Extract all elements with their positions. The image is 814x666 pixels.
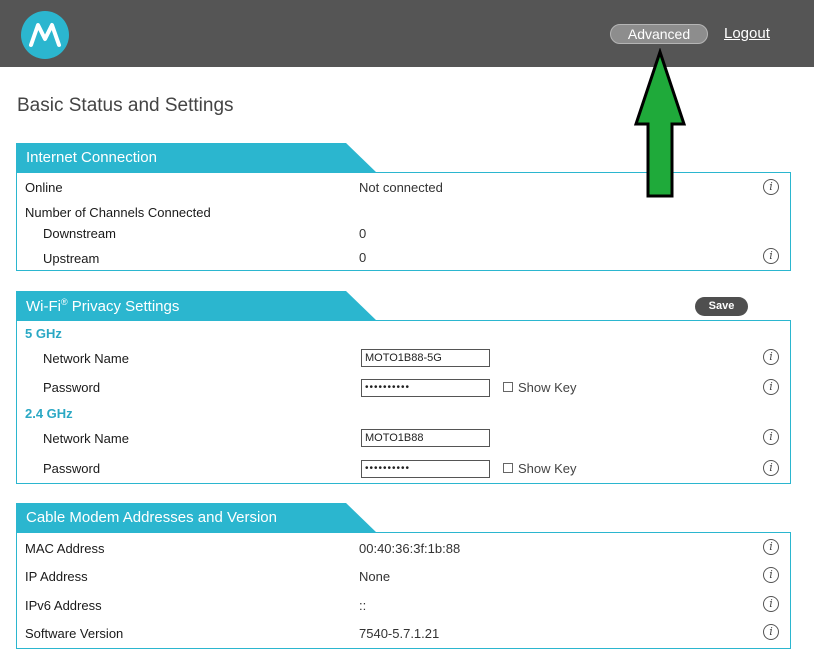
show-key-checkbox-24ghz[interactable] xyxy=(503,463,513,473)
ssid-24ghz-input[interactable] xyxy=(361,429,490,447)
info-icon[interactable]: i xyxy=(763,429,779,445)
show-key-label-5ghz: Show Key xyxy=(518,380,577,395)
downstream-value: 0 xyxy=(359,226,367,241)
page-title: Basic Status and Settings xyxy=(17,95,234,116)
internet-connection-title: Internet Connection xyxy=(26,149,157,166)
show-key-checkbox-5ghz[interactable] xyxy=(503,382,513,392)
mac-address-value: 00:40:36:3f:1b:88 xyxy=(359,541,461,556)
ssid-5ghz-input[interactable] xyxy=(361,349,490,367)
info-icon[interactable]: i xyxy=(763,539,779,555)
software-version-label: Software Version xyxy=(25,626,124,641)
ipv6-address-value: :: xyxy=(359,598,367,613)
show-key-label-24ghz: Show Key xyxy=(518,461,577,476)
network-name-label-24ghz: Network Name xyxy=(43,431,129,446)
info-icon[interactable]: i xyxy=(763,379,779,395)
info-icon[interactable]: i xyxy=(763,248,779,264)
password-5ghz-input[interactable]: •••••••••• xyxy=(361,379,490,397)
channels-label: Number of Channels Connected xyxy=(25,205,211,220)
upstream-value: 0 xyxy=(359,250,367,265)
motorola-logo-icon[interactable] xyxy=(21,11,69,59)
logout-link[interactable]: Logout xyxy=(724,24,770,43)
band-5ghz-label: 5 GHz xyxy=(25,326,62,341)
online-label: Online xyxy=(25,180,63,195)
green-arrow-icon xyxy=(633,48,687,198)
cable-modem-title: Cable Modem Addresses and Version xyxy=(26,509,277,526)
wifi-privacy-header: Wi-Fi® Privacy Settings xyxy=(16,291,377,321)
internet-connection-header: Internet Connection xyxy=(16,143,377,173)
upstream-label: Upstream xyxy=(43,251,100,266)
password-label-24ghz: Password xyxy=(43,461,101,476)
password-24ghz-input[interactable]: •••••••••• xyxy=(361,460,490,478)
save-button[interactable]: Save xyxy=(695,297,748,316)
info-icon[interactable]: i xyxy=(763,349,779,365)
password-label-5ghz: Password xyxy=(43,380,101,395)
network-name-label-5ghz: Network Name xyxy=(43,351,129,366)
downstream-label: Downstream xyxy=(43,226,116,241)
top-bar: Advanced Logout xyxy=(0,0,814,67)
ip-address-label: IP Address xyxy=(25,569,88,584)
online-value: Not connected xyxy=(359,180,443,195)
ip-address-value: None xyxy=(359,569,391,584)
info-icon[interactable]: i xyxy=(763,179,779,195)
band-24ghz-label: 2.4 GHz xyxy=(25,406,73,421)
advanced-button[interactable]: Advanced xyxy=(610,24,708,44)
mac-address-label: MAC Address xyxy=(25,541,105,556)
cable-modem-header: Cable Modem Addresses and Version xyxy=(16,503,377,533)
info-icon[interactable]: i xyxy=(763,624,779,640)
info-icon[interactable]: i xyxy=(763,596,779,612)
info-icon[interactable]: i xyxy=(763,567,779,583)
software-version-value: 7540-5.7.1.21 xyxy=(359,626,440,641)
info-icon[interactable]: i xyxy=(763,460,779,476)
wifi-privacy-title: Wi-Fi® Privacy Settings xyxy=(26,297,180,315)
ipv6-address-label: IPv6 Address xyxy=(25,598,102,613)
